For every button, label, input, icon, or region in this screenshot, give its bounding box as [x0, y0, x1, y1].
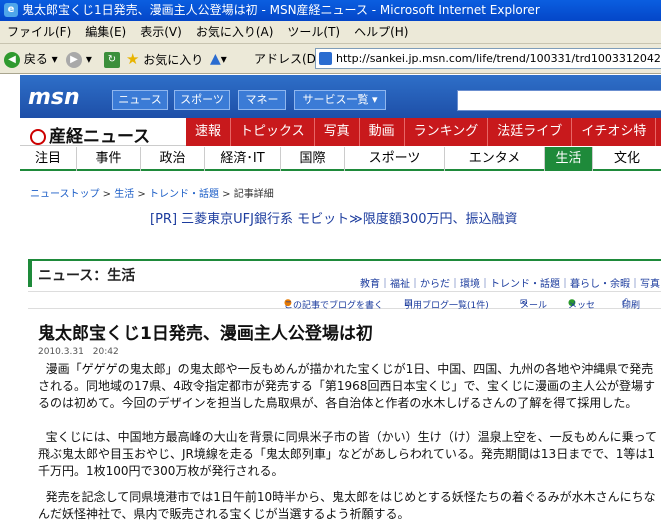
- crumb-life[interactable]: 生活: [114, 189, 134, 200]
- nav-video[interactable]: 動画: [360, 118, 405, 146]
- pr-ad-link[interactable]: [PR] 三菱東京UFJ銀行系 モビット≫限度額300万円、振込融資: [150, 208, 518, 227]
- address-value: http://sankei.jp.msn.com/life/trend/1003…: [336, 52, 661, 65]
- page-viewport: msn ニュース スポーツ マネー サービス一覧 ▾ 産経ニュース 速報 トピック…: [0, 75, 661, 527]
- toolbar: ◀ 戻る ▾ ▶ ▾ ↻ ★ お気に入り ▲▾ アドレス(D) http://s…: [0, 44, 661, 74]
- cat-international[interactable]: 国際: [280, 147, 344, 171]
- nav-photos[interactable]: 写真: [315, 118, 360, 146]
- ie-icon: e: [4, 3, 18, 17]
- cat-incidents[interactable]: 事件: [76, 147, 140, 171]
- window-title-bar: e 鬼太郎宝くじ1日発売、漫画主人公登場は初 - MSN産経ニュース - Mic…: [0, 0, 661, 21]
- crumb-top[interactable]: ニューストップ: [30, 189, 100, 200]
- article-tools: ● この記事でブログを書く ▤ 引用ブログ一覧(1件) ✉ メール ● メッセ …: [28, 291, 661, 311]
- nav-breaking[interactable]: 速報: [186, 118, 232, 146]
- nav-ranking[interactable]: ランキング: [405, 118, 489, 146]
- sankei-logo[interactable]: 産経ニュース: [30, 122, 150, 147]
- menu-favorites[interactable]: お気に入り(A): [189, 21, 281, 44]
- msn-tab-services[interactable]: サービス一覧 ▾: [294, 90, 386, 110]
- star-icon: ★: [126, 50, 140, 68]
- refresh-button[interactable]: ↻: [104, 49, 120, 69]
- menu-tools[interactable]: ツール(T): [280, 21, 347, 44]
- msn-tab-money[interactable]: マネー: [238, 90, 286, 110]
- article-paragraph-2: 宝くじには、中国地方最高峰の大山を背景に同県米子市の皆（かい）生け（け）温泉上空…: [38, 430, 658, 478]
- back-arrow-icon: ◀: [4, 51, 20, 68]
- media-icon: ▲: [210, 51, 221, 67]
- window-title: 鬼太郎宝くじ1日発売、漫画主人公登場は初 - MSN産経ニュース - Micro…: [22, 3, 540, 17]
- address-bar[interactable]: http://sankei.jp.msn.com/life/trend/1003…: [315, 48, 661, 69]
- cat-lifestyle[interactable]: 生活: [544, 147, 592, 171]
- favorites-button[interactable]: ★ お気に入り: [126, 49, 203, 69]
- cat-politics[interactable]: 政治: [140, 147, 204, 171]
- section-subnav[interactable]: 教育｜福祉｜からだ｜環境｜トレンド・話題｜暮らし・余暇｜写真: [360, 275, 660, 290]
- crumb-trend[interactable]: トレンド・話題: [149, 189, 219, 200]
- sankei-nav: 速報 トピックス 写真 動画 ランキング 法廷ライブ イチオシ特: [186, 118, 661, 146]
- msn-search-input[interactable]: [457, 90, 661, 111]
- refresh-icon: ↻: [104, 51, 120, 68]
- nav-featured[interactable]: イチオシ特: [572, 118, 657, 146]
- sankei-header: 産経ニュース 速報 トピックス 写真 動画 ランキング 法廷ライブ イチオシ特: [20, 118, 661, 147]
- msn-logo[interactable]: msn: [28, 85, 80, 110]
- address-label: アドレス(D): [254, 52, 321, 66]
- cat-culture[interactable]: 文化: [592, 147, 661, 171]
- nav-topics[interactable]: トピックス: [231, 118, 315, 146]
- cat-sports[interactable]: スポーツ: [344, 147, 444, 171]
- menu-bar: ファイル(F) 編集(E) 表示(V) お気に入り(A) ツール(T) ヘルプ(H): [0, 21, 661, 44]
- msn-tab-sports[interactable]: スポーツ: [174, 90, 230, 110]
- cat-economy-it[interactable]: 経済･IT: [204, 147, 280, 171]
- menu-file[interactable]: ファイル(F): [0, 21, 78, 44]
- sankei-mark-icon: [30, 129, 46, 145]
- menu-edit[interactable]: 編集(E): [78, 21, 133, 44]
- breadcrumb: ニューストップ > 生活 > トレンド・話題 > 記事詳細: [30, 189, 274, 200]
- msn-header: msn ニュース スポーツ マネー サービス一覧 ▾: [20, 75, 661, 118]
- crumb-current: 記事詳細: [233, 189, 274, 200]
- nav-court-live[interactable]: 法廷ライブ: [488, 118, 573, 146]
- article-date: 2010.3.31 20:42: [38, 347, 119, 357]
- menu-help[interactable]: ヘルプ(H): [347, 21, 415, 44]
- msn-tab-news[interactable]: ニュース: [112, 90, 168, 110]
- forward-arrow-icon: ▶: [66, 51, 82, 68]
- section-title: ニュース：生活: [38, 268, 136, 284]
- back-button[interactable]: ◀ 戻る ▾: [4, 49, 58, 69]
- cat-entertainment[interactable]: エンタメ: [444, 147, 544, 171]
- category-bar: 注目 事件 政治 経済･IT 国際 スポーツ エンタメ 生活 文化: [20, 147, 661, 171]
- article-paragraph-3: 発売を記念して同県境港市では1日午前10時半から、鬼太郎をはじめとする妖怪たちの…: [38, 490, 656, 521]
- cat-featured[interactable]: 注目: [20, 147, 76, 171]
- article-paragraph-1: 漫画「ゲゲゲの鬼太郎」の鬼太郎や一反もめんが描かれた宝くじが1日、中国、四国、九…: [38, 362, 655, 410]
- article-headline: 鬼太郎宝くじ1日発売、漫画主人公登場は初: [38, 324, 373, 344]
- menu-view[interactable]: 表示(V): [133, 21, 189, 44]
- forward-button[interactable]: ▶ ▾: [66, 49, 92, 69]
- page-icon: [319, 52, 332, 65]
- media-button[interactable]: ▲▾: [210, 49, 227, 69]
